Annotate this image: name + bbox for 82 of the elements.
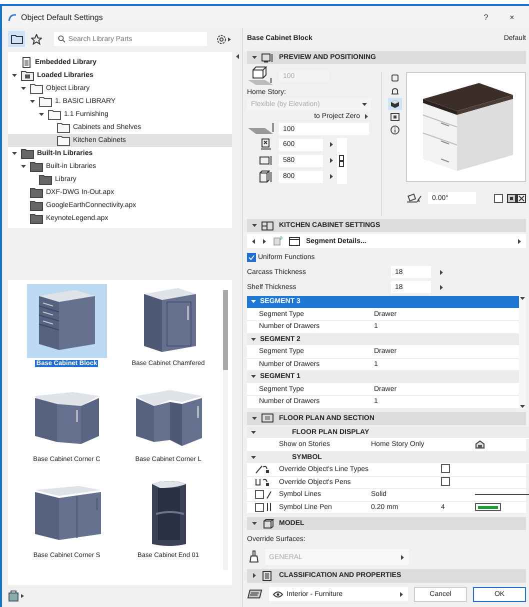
next-arrow-icon[interactable] (262, 238, 267, 244)
folder-icon (39, 174, 52, 185)
chevron-icon[interactable] (252, 573, 257, 578)
page-icon (273, 236, 283, 246)
preview-icon (261, 52, 275, 62)
chevron-icon[interactable] (251, 374, 256, 380)
cube-icon (261, 518, 275, 528)
pen-icon (266, 503, 272, 512)
mirror-checkbox[interactable] (494, 194, 503, 202)
line-type-icon (255, 465, 271, 474)
previous-arrow-icon[interactable] (251, 238, 256, 244)
eye-icon (272, 590, 283, 598)
mirror-icon[interactable] (507, 194, 526, 202)
search-icon (58, 35, 66, 43)
arrow-icon[interactable] (439, 270, 444, 274)
chevron-icon[interactable] (21, 86, 26, 91)
arrow-icon[interactable] (439, 284, 444, 290)
rotation-icon (406, 192, 424, 204)
chevron-icon[interactable] (251, 430, 256, 435)
arrow-icon[interactable] (364, 114, 369, 119)
depth-icon (259, 154, 273, 167)
brush-icon[interactable] (247, 550, 261, 564)
folder-icon (30, 213, 43, 224)
help-button[interactable]: ? (475, 12, 497, 22)
collapse-arrow-icon[interactable] (234, 54, 240, 59)
chevron-icon[interactable] (251, 454, 256, 460)
arrow-icon[interactable] (329, 142, 334, 147)
folder-icon (30, 83, 43, 94)
arrow-icon[interactable] (329, 158, 334, 163)
app-icon (8, 12, 17, 22)
layer-icon (247, 589, 263, 599)
section-icon[interactable] (388, 111, 402, 123)
chevron-icon[interactable] (251, 336, 256, 342)
caret-icon (362, 102, 367, 107)
chevron-icon[interactable] (21, 164, 26, 169)
scrollbar[interactable] (223, 290, 228, 570)
chevron-icon[interactable] (39, 112, 44, 117)
chevron-icon[interactable] (251, 299, 256, 304)
cabinet-icon (261, 220, 275, 230)
scroll-down-icon[interactable] (520, 404, 525, 408)
folder-icon (48, 109, 61, 120)
window-icon (289, 236, 300, 246)
pen-color-swatch[interactable] (475, 503, 501, 512)
checkbox[interactable] (441, 464, 450, 474)
story-icon[interactable] (475, 440, 485, 450)
chevron-icon[interactable] (252, 223, 257, 228)
floor-plan-icon (261, 413, 275, 423)
document-icon (21, 57, 32, 68)
folder-view-button[interactable] (8, 31, 25, 47)
chevron-icon[interactable] (252, 55, 257, 60)
chevron-icon[interactable] (12, 151, 17, 156)
chevron-icon[interactable] (252, 521, 257, 526)
chevron-icon[interactable] (30, 99, 35, 104)
scrollbar[interactable] (519, 296, 526, 408)
info-icon[interactable] (388, 124, 402, 136)
arrow-icon (400, 554, 405, 560)
library-manager-icon[interactable] (8, 590, 26, 602)
cube-icon[interactable] (388, 98, 402, 110)
chain-link-icon[interactable] (337, 138, 347, 184)
close-button[interactable]: × (501, 12, 523, 22)
chevron-icon[interactable] (12, 73, 17, 78)
checkbox[interactable] (247, 253, 256, 262)
chevron-icon[interactable] (252, 416, 257, 420)
favorites-button[interactable] (28, 31, 45, 47)
height-icon (259, 170, 273, 183)
settings-icon[interactable] (216, 34, 232, 44)
folder-icon (30, 161, 43, 172)
folder-icon (30, 187, 43, 198)
arrow-icon[interactable] (517, 238, 522, 244)
arrow-icon (399, 592, 404, 596)
checkbox[interactable] (255, 490, 264, 500)
line-icon (266, 490, 272, 499)
pen-override-icon (255, 478, 271, 487)
folder-icon (57, 135, 70, 146)
window-title: Object Default Settings (21, 12, 103, 22)
folder-icon (39, 96, 52, 107)
library-folder-icon (21, 70, 34, 81)
checkbox[interactable] (255, 502, 264, 512)
width-icon (259, 138, 273, 151)
arrow-icon[interactable] (329, 174, 334, 179)
line-sample[interactable] (475, 493, 529, 496)
folder-icon (30, 200, 43, 211)
